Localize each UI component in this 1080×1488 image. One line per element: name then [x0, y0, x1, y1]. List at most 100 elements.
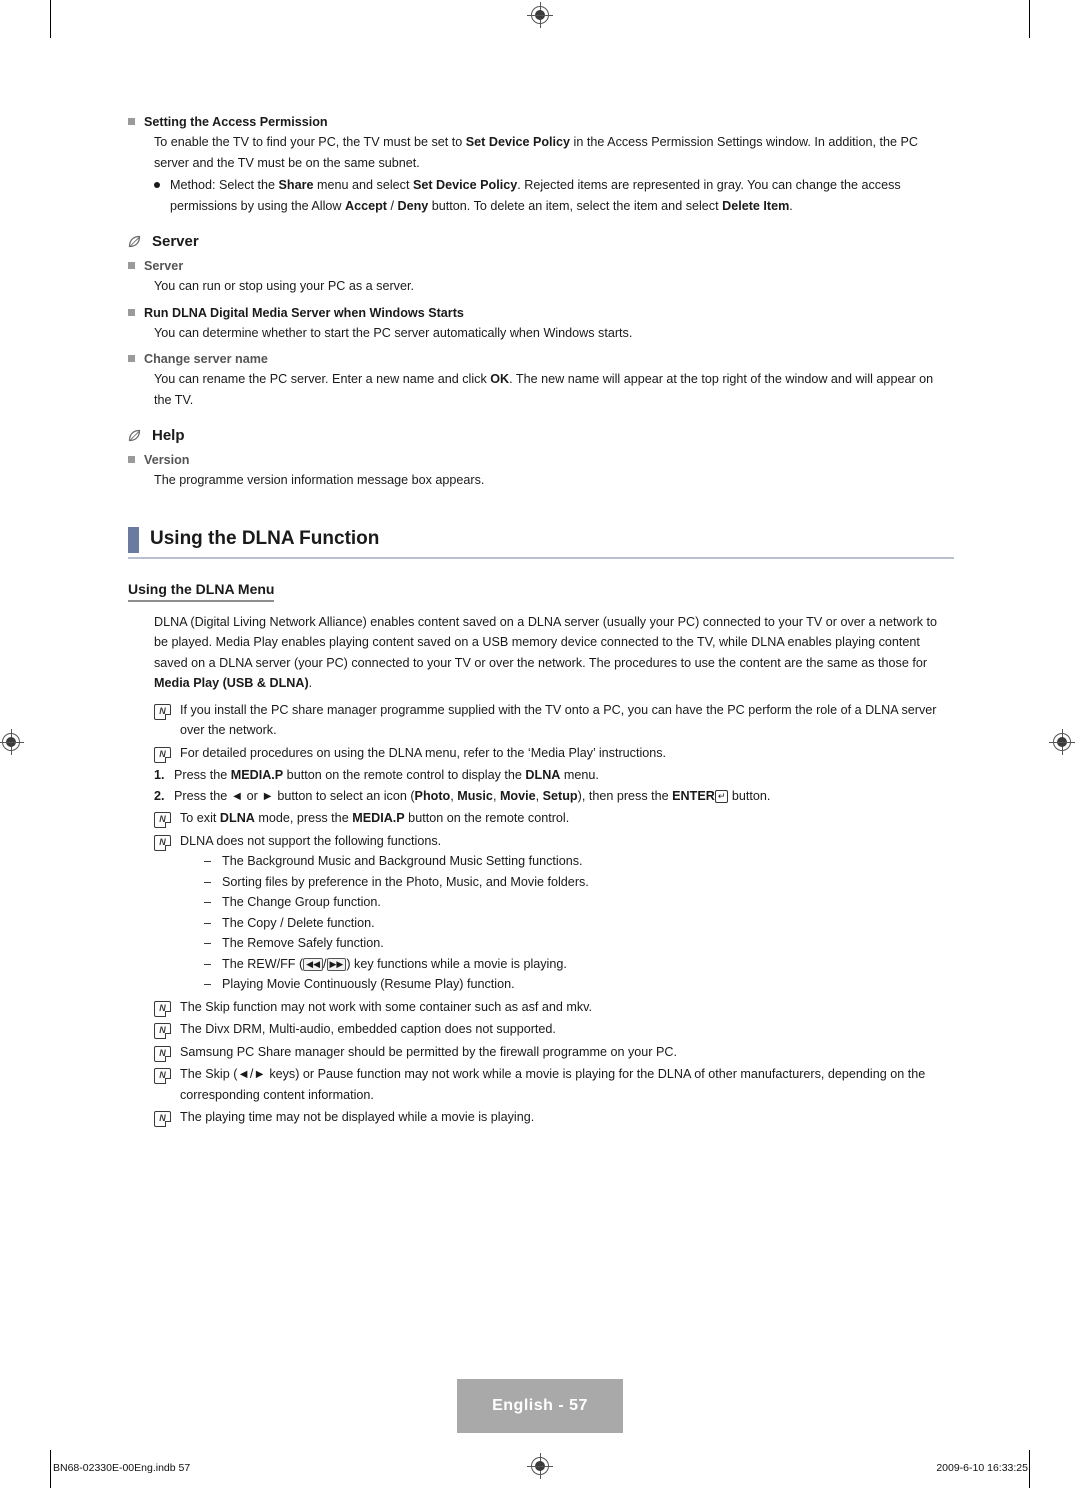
dash-bullet-icon: – — [204, 895, 212, 909]
ap-text-1: To enable the TV to find your PC, the TV… — [154, 135, 466, 149]
registration-mark-left — [0, 729, 24, 755]
method-text-4: / — [387, 198, 398, 213]
server-sub-3-heading: Change server name — [144, 352, 268, 366]
chapter-rule — [128, 556, 954, 559]
footer-timestamp: 2009-6-10 16:33:25 — [936, 1462, 1028, 1474]
step2-b5: ENTER — [672, 788, 715, 803]
note-icon: N — [154, 1045, 171, 1062]
access-permission-heading: Setting the Access Permission — [144, 115, 328, 129]
dlna-unsupported-1-text: The Background Music and Background Musi… — [222, 854, 583, 868]
note-icon: N — [154, 834, 171, 851]
step2-f: ), then press the — [577, 788, 673, 803]
step1-b1: MEDIA.P — [230, 768, 284, 782]
dlna-intro-b: Media Play (USB & DLNA) — [154, 676, 309, 690]
chapter-heading: Using the DLNA Function — [128, 525, 954, 559]
registration-mark-top — [527, 2, 553, 28]
dlna-note-bottom-3-text: Samsung PC Share manager should be permi… — [180, 1044, 677, 1059]
server-sub-1-heading: Server — [144, 259, 184, 273]
page-content: Setting the Access Permission To enable … — [128, 112, 954, 1128]
dlna-note-top-2-text: For detailed procedures on using the DLN… — [180, 745, 667, 760]
dlna-unsupported-5: – The Remove Safely function. — [204, 933, 954, 954]
manual-page: Setting the Access Permission To enable … — [0, 0, 1080, 1488]
server-section-heading-row: Server — [128, 233, 954, 250]
round-bullet-icon — [154, 182, 160, 188]
access-permission-paragraph: To enable the TV to find your PC, the TV… — [154, 132, 954, 173]
dash-bullet-icon: – — [204, 977, 212, 991]
server-sub3-bold: OK — [490, 372, 510, 386]
dlna-unsupported-3-text: The Change Group function. — [222, 895, 381, 909]
help-sub-1-heading-row: Version — [128, 450, 954, 470]
notemid1-a: To exit — [180, 811, 220, 825]
dlna-unsupported-7: – Playing Movie Continuously (Resume Pla… — [204, 974, 954, 995]
chapter-title: Using the DLNA Function — [150, 527, 380, 549]
dlna-intro-c: . — [308, 676, 313, 690]
dlna-menu-intro: DLNA (Digital Living Network Alliance) e… — [154, 612, 954, 694]
chapter-accent-bar — [128, 526, 139, 553]
server-sub-3-text: You can rename the PC server. Enter a ne… — [154, 369, 954, 410]
notemid1-b2: MEDIA.P — [352, 811, 405, 825]
method-text-2: menu and select — [313, 178, 413, 192]
dlna-note-bottom-4: N The Skip (◄/► keys) or Pause function … — [154, 1064, 954, 1105]
dlna-note-bottom-3: N Samsung PC Share manager should be per… — [154, 1042, 954, 1063]
method-bold-1: Share — [278, 178, 314, 192]
step1-c: button on the remote control to display … — [283, 768, 526, 782]
dlna-note-top-2: N For detailed procedures on using the D… — [154, 743, 954, 764]
dlna-unsupported-7-text: Playing Movie Continuously (Resume Play)… — [222, 977, 515, 991]
dlna-step-2-text: Press the ◄ or ► button to select an ico… — [174, 786, 954, 807]
footer-file-info: BN68-02330E-00Eng.indb 57 — [53, 1462, 191, 1474]
crop-mark-bottom-right — [1029, 1450, 1030, 1488]
fast-forward-icon: ▶▶ — [326, 957, 347, 971]
dlna-menu-heading: Using the DLNA Menu — [128, 581, 275, 602]
method-bold-2: Set Device Policy — [412, 178, 518, 192]
step2-a: Press the ◄ or ► button to select an ico… — [174, 788, 415, 803]
step1-a: Press the — [174, 768, 231, 782]
notemid1-b1: DLNA — [219, 811, 255, 825]
square-bullet-icon — [128, 355, 135, 362]
dlna-note-top-1-text: If you install the PC share manager prog… — [180, 702, 937, 738]
server-sub-1-heading-row: Server — [128, 256, 954, 276]
step2-g: button. — [728, 788, 771, 803]
server-sub-2-heading-row: Run DLNA Digital Media Server when Windo… — [128, 303, 954, 323]
note-icon: N — [154, 1068, 171, 1084]
step2-b3: Movie — [499, 788, 536, 803]
leaf-bullet-icon — [128, 429, 141, 442]
step2-b1: Photo — [414, 788, 451, 803]
server-sub-1-text: You can run or stop using your PC as a s… — [154, 279, 414, 293]
step1-d: menu. — [560, 768, 599, 782]
server-sub-2-heading: Run DLNA Digital Media Server when Windo… — [144, 305, 464, 320]
dlna-unsupported-6-text: The REW/FF (◀◀ / ▶▶) key functions while a… — [222, 956, 567, 971]
note-icon: N — [154, 812, 171, 828]
step1-b2: DLNA — [525, 768, 561, 782]
dash-bullet-icon: – — [204, 874, 212, 889]
dlna-note-bottom-1-text: The Skip function may not work with some… — [180, 999, 593, 1014]
dlna-note-bottom-5: N The playing time may not be displayed … — [154, 1107, 954, 1128]
method-bold-4: Deny — [397, 198, 429, 213]
method-bold-5: Delete Item — [722, 198, 790, 213]
dlna-unsupported-3: – The Change Group function. — [204, 892, 954, 913]
ap-bold-1: Set Device Policy — [465, 135, 571, 149]
method-text-1: Method: Select the — [170, 178, 279, 192]
square-bullet-icon — [128, 262, 135, 269]
step2-b2: Music — [457, 788, 493, 803]
crop-mark-top-right — [1029, 0, 1030, 38]
dlna-step-1: 1. Press the MEDIA.P button on the remot… — [154, 765, 954, 786]
dlna-note-mid-1: N To exit DLNA mode, press the MEDIA.P b… — [154, 808, 954, 829]
dlna-unsupported-4-text: The Copy / Delete function. — [222, 915, 375, 930]
dash-bullet-icon: – — [204, 854, 212, 868]
dlna-unsupported-2: – Sorting files by preference in the Pho… — [204, 872, 954, 893]
dlna-note-bottom-2: N The Divx DRM, Multi-audio, embedded ca… — [154, 1019, 954, 1040]
access-permission-heading-row: Setting the Access Permission — [128, 112, 954, 132]
step2-d: , — [492, 788, 500, 803]
help-sub-1-heading: Version — [144, 453, 190, 467]
server-sub-3-heading-row: Change server name — [128, 349, 954, 369]
notemid1-d: button on the remote control. — [404, 811, 570, 825]
dlna-note-mid-2: N DLNA does not support the following fu… — [154, 831, 954, 852]
help-section-heading-row: Help — [128, 427, 954, 444]
crop-mark-top-left — [50, 0, 51, 38]
square-bullet-icon — [128, 456, 135, 463]
dlna-unsupported-6: – The REW/FF (◀◀ / ▶▶) key functions while… — [204, 954, 954, 975]
dlna-intro-a: DLNA (Digital Living Network Alliance) e… — [154, 614, 938, 670]
note-icon: N — [154, 746, 171, 763]
note-icon: N — [154, 703, 171, 720]
rewind-icon: ◀◀ — [303, 957, 324, 971]
